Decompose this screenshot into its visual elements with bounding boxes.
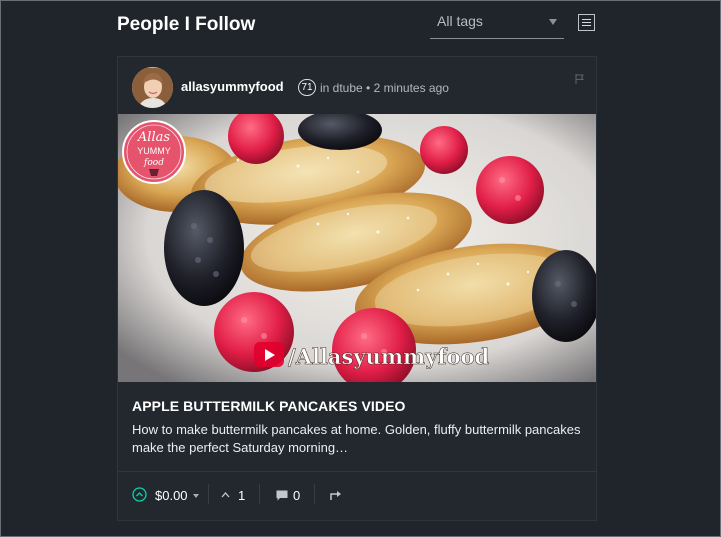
tags-dropdown[interactable]: All tags (430, 10, 564, 39)
post-excerpt[interactable]: How to make buttermilk pancakes at home.… (132, 421, 584, 457)
badge-line-1: Allas (137, 130, 170, 145)
pancakes-image: Allas YUMMY food /Allasyummyfood (118, 114, 596, 382)
reputation-badge: 71 (298, 79, 316, 96)
avatar[interactable] (132, 67, 173, 108)
avatar-image (132, 67, 173, 108)
list-view-button[interactable] (578, 14, 595, 31)
author-link[interactable]: allasyummyfood (181, 79, 284, 94)
post-card: allasyummyfood 71 in dtube • 2 minutes a… (117, 56, 597, 521)
payout-value[interactable]: $0.00 (155, 488, 188, 503)
chevron-up-icon[interactable] (221, 491, 230, 498)
flag-icon[interactable] (575, 74, 585, 84)
share-icon[interactable] (330, 490, 343, 501)
list-menu-icon-line (582, 25, 591, 26)
video-watermark: /Allasyummyfood (288, 344, 490, 369)
list-menu-icon (582, 19, 591, 20)
post-title[interactable]: APPLE BUTTERMILK PANCAKES VIDEO (132, 398, 406, 414)
post-thumbnail[interactable]: Allas YUMMY food /Allasyummyfood (118, 114, 596, 382)
comment-icon[interactable] (276, 490, 288, 501)
post-meta: in dtube • 2 minutes ago (320, 81, 449, 95)
list-menu-icon-line (582, 22, 591, 23)
separator (259, 484, 260, 504)
tags-dropdown-value: All tags (437, 13, 483, 29)
badge-line-2: YUMMY (137, 146, 171, 156)
separator (208, 484, 209, 504)
comments-count[interactable]: 0 (293, 488, 300, 503)
page-title: People I Follow (117, 14, 256, 35)
chevron-down-icon[interactable] (193, 494, 199, 498)
chevron-down-icon (549, 19, 557, 25)
badge-line-3: food (143, 158, 164, 168)
upvote-circle-icon[interactable] (132, 487, 147, 502)
voters-count[interactable]: 1 (238, 488, 245, 503)
post-footer: $0.00 1 0 (118, 472, 596, 520)
separator (314, 484, 315, 504)
